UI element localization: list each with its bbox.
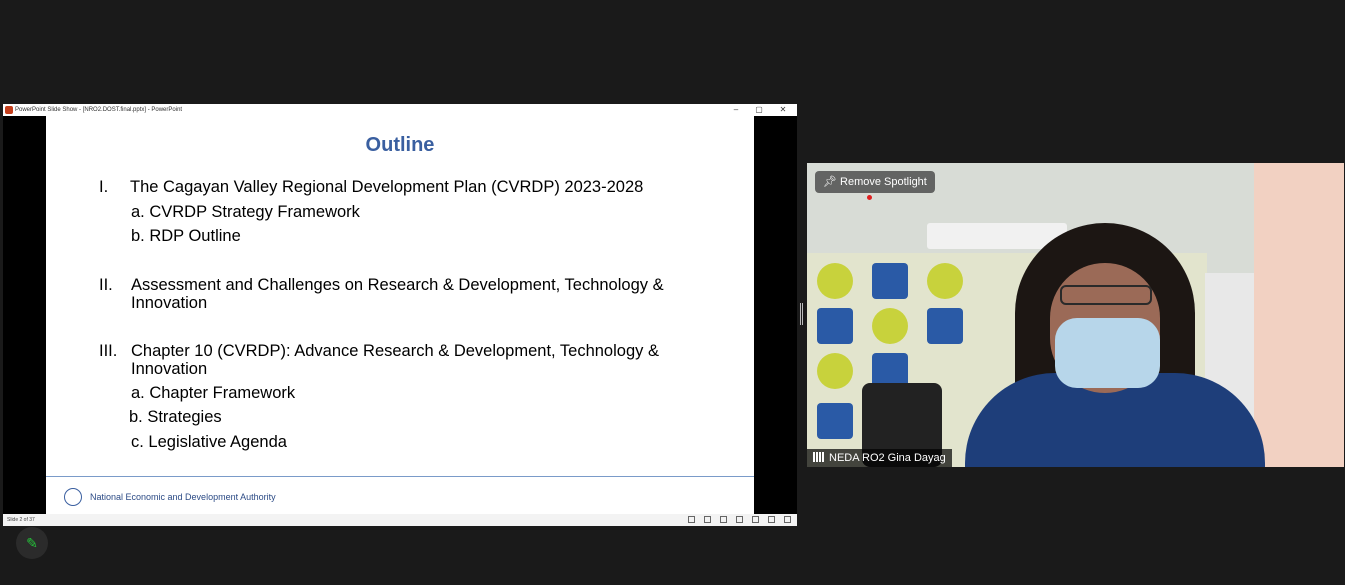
- slide-sorter-icon[interactable]: [752, 516, 759, 523]
- connection-signal-icon: [813, 452, 825, 462]
- status-icons: [688, 516, 791, 524]
- glasses: [1060, 285, 1152, 305]
- outline-subitem-1b: b. RDP Outline: [131, 227, 241, 245]
- participant-video[interactable]: 📌︎ Remove Spotlight NEDA RO2 Gina Dayag: [807, 163, 1344, 467]
- outline-subitem-1a: a. CVRDP Strategy Framework: [131, 203, 360, 221]
- recording-dot: [867, 195, 872, 200]
- outline-number-2: II.: [99, 276, 113, 294]
- wall-logo: [872, 308, 908, 344]
- remove-spotlight-label: Remove Spotlight: [840, 176, 927, 188]
- slide-title: Outline: [365, 134, 435, 156]
- wall-logo: [817, 403, 853, 439]
- ppt-titlebar: PowerPoint Slide Show - [NRO2.DOST.final…: [3, 104, 797, 116]
- participant-name: NEDA RO2 Gina Dayag: [829, 452, 946, 464]
- next-slide-icon[interactable]: [720, 516, 727, 523]
- slide-footer-text: National Economic and Development Author…: [90, 492, 276, 502]
- slideshow-icon[interactable]: [784, 516, 791, 523]
- wall-logo: [872, 263, 908, 299]
- menu-icon[interactable]: [704, 516, 711, 523]
- outline-number-3: III.: [99, 342, 118, 360]
- powerpoint-window: PowerPoint Slide Show - [NRO2.DOST.final…: [3, 104, 797, 526]
- wall-logo: [817, 353, 853, 389]
- outline-subitem-3c: c. Legislative Agenda: [131, 433, 287, 451]
- remove-spotlight-button[interactable]: 📌︎ Remove Spotlight: [815, 171, 935, 193]
- outline-subitem-3a: a. Chapter Framework: [131, 384, 296, 402]
- outline-item-3: Chapter 10 (CVRDP): Advance Research & D…: [131, 342, 659, 378]
- outline-item-2: Assessment and Challenges on Research & …: [131, 276, 664, 312]
- face-mask: [1055, 318, 1160, 388]
- annotate-pencil-button[interactable]: ✎: [16, 527, 48, 559]
- pin-icon: 📌︎: [823, 176, 837, 188]
- outline-item-1: The Cagayan Valley Regional Development …: [130, 178, 644, 196]
- slide-counter: Slide 2 of 37: [7, 517, 35, 523]
- prev-slide-icon[interactable]: [688, 516, 695, 523]
- ppt-statusbar: Slide 2 of 37: [3, 514, 797, 526]
- outline-number-1: I.: [99, 178, 109, 196]
- pencil-icon: ✎: [26, 535, 38, 551]
- minimize-button[interactable]: –: [729, 104, 743, 116]
- reading-view-icon[interactable]: [768, 516, 775, 523]
- powerpoint-icon: [5, 106, 13, 114]
- participant-person: [955, 223, 1265, 467]
- window-blinds: [1254, 163, 1344, 467]
- neda-logo-icon: [64, 488, 82, 506]
- wall-logo: [817, 308, 853, 344]
- outline-subitem-3b: b. Strategies: [129, 408, 222, 426]
- slide: Outline I. The Cagayan Valley Regional D…: [46, 116, 754, 514]
- slide-footer-divider: [46, 476, 754, 477]
- participant-name-tag: NEDA RO2 Gina Dayag: [807, 449, 952, 467]
- maximize-button[interactable]: ▢: [752, 104, 766, 116]
- wall-logo: [817, 263, 853, 299]
- split-handle[interactable]: [800, 303, 803, 325]
- close-button[interactable]: ✕: [776, 104, 790, 116]
- normal-view-icon[interactable]: [736, 516, 743, 523]
- ppt-window-title: PowerPoint Slide Show - [NRO2.DOST.final…: [15, 107, 183, 113]
